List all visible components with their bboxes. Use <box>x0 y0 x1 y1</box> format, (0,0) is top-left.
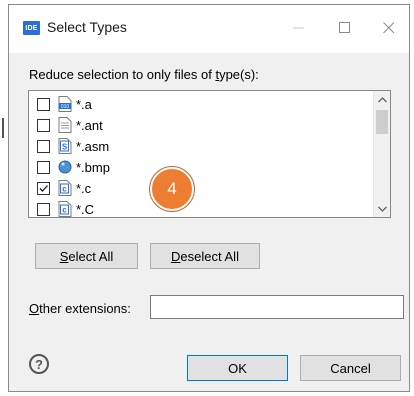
file-type-label-C-upper: *.C <box>76 201 95 217</box>
scroll-down-button[interactable] <box>374 200 390 217</box>
file-type-row-a[interactable]: 010 *.a <box>29 93 92 115</box>
title-bar[interactable]: IDE Select Types <box>9 5 409 53</box>
minimize-icon <box>293 27 304 29</box>
other-extensions-mnemonic: O <box>29 301 40 316</box>
cancel-button[interactable]: Cancel <box>300 355 401 381</box>
svg-text:010: 010 <box>61 104 70 110</box>
file-types-label-suffix: ype(s): <box>219 67 259 82</box>
file-type-label-c: *.c <box>76 180 92 196</box>
minimize-button[interactable] <box>284 15 314 41</box>
file-type-checkbox-asm[interactable] <box>37 139 50 153</box>
file-type-row-c[interactable]: c *.c <box>29 177 91 199</box>
file-type-row-ant[interactable]: *.ant <box>29 114 103 136</box>
deselect-all-label: eselect All <box>180 248 239 264</box>
c-source-file-icon: c <box>58 180 72 196</box>
deselect-all-button[interactable]: Deselect All <box>150 243 260 269</box>
close-button[interactable] <box>374 15 404 41</box>
file-type-label-asm: *.asm <box>76 138 110 154</box>
file-type-checkbox-bmp[interactable] <box>37 160 50 174</box>
select-all-button[interactable]: Select All <box>35 243 138 269</box>
svg-text:c: c <box>62 185 67 194</box>
scrollbar-thumb[interactable] <box>376 110 388 134</box>
other-extensions-label-text: ther extensions: <box>39 301 131 316</box>
c-source-file-icon: c <box>58 201 72 217</box>
background-window-mark <box>2 118 4 138</box>
file-type-label-bmp: *.bmp <box>76 159 110 175</box>
background-window-edge <box>0 0 6 396</box>
image-globe-icon <box>58 159 72 175</box>
deselect-all-mnemonic: D <box>171 248 181 264</box>
maximize-icon <box>339 22 350 33</box>
close-icon <box>383 22 395 34</box>
binary-file-icon: 010 <box>58 96 72 112</box>
file-type-row-C-upper[interactable]: c *.C <box>29 198 95 217</box>
file-types-label: Reduce selection to only files of type(s… <box>29 67 259 82</box>
app-icon: IDE <box>23 21 40 35</box>
chevron-up-icon <box>377 96 387 102</box>
file-type-checkbox-C-upper[interactable] <box>37 202 50 216</box>
assembly-file-icon: S <box>58 138 72 154</box>
select-all-label: elect All <box>68 248 114 264</box>
ok-button[interactable]: OK <box>187 355 288 381</box>
file-type-checkbox-c[interactable] <box>37 181 50 195</box>
file-type-row-bmp[interactable]: *.bmp <box>29 156 110 178</box>
file-type-row-asm[interactable]: S *.asm <box>29 135 109 157</box>
scroll-up-button[interactable] <box>374 91 390 108</box>
dialog-title: Select Types <box>47 19 127 35</box>
list-scrollbar[interactable] <box>373 91 390 217</box>
file-type-label-a: *.a <box>76 96 92 112</box>
file-type-checkbox-a[interactable] <box>37 97 50 111</box>
checkmark-icon <box>39 184 48 192</box>
maximize-button[interactable] <box>330 15 360 41</box>
text-file-icon <box>58 117 72 133</box>
step-number-callout: 4 <box>150 167 194 211</box>
file-types-label-prefix: Reduce selection to only files of <box>29 67 216 82</box>
file-type-checkbox-ant[interactable] <box>37 118 50 132</box>
other-extensions-label: Other extensions: <box>29 301 131 316</box>
file-type-label-ant: *.ant <box>76 117 103 133</box>
svg-text:S: S <box>62 143 68 152</box>
other-extensions-input[interactable] <box>150 295 404 319</box>
chevron-down-icon <box>377 206 387 212</box>
help-icon[interactable]: ? <box>29 354 49 374</box>
svg-text:c: c <box>62 206 67 215</box>
select-types-dialog: IDE Select Types Reduce selection to onl… <box>8 4 410 392</box>
file-types-list[interactable]: 010 *.a *.ant S *.asm *.bmp c *.c c *.C <box>28 90 391 218</box>
